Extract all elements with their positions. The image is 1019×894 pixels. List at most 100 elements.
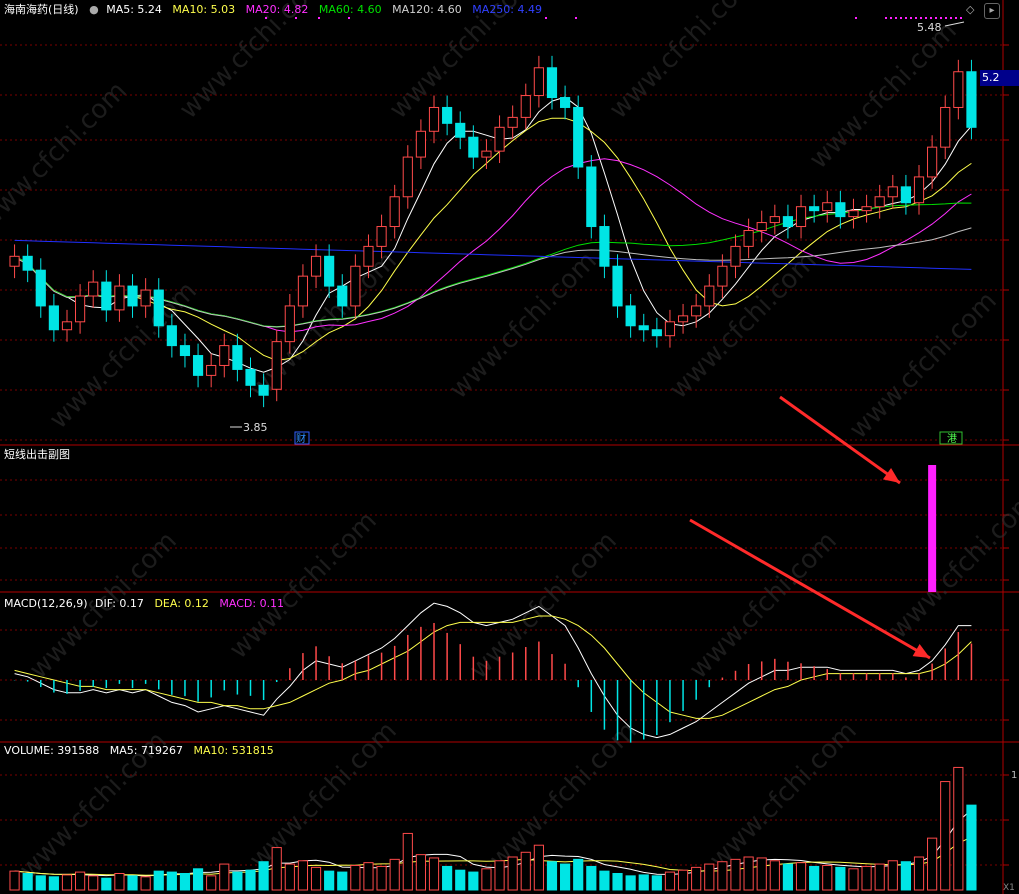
volume-bar [402,832,413,891]
volume-bar [900,861,911,891]
ma250-value: MA250: 4.49 [472,3,543,16]
volume-bar [677,869,689,891]
signal-dot [895,17,897,19]
watermark-text: www.cfchi.com [444,246,603,405]
volume-title[interactable]: VOLUME: 391588 [4,744,99,757]
volume-bar [612,873,623,891]
candle-body [625,305,636,327]
volume-panel-header: VOLUME: 391588 MA5: 719267 MA10: 531815 [4,744,281,758]
candle-body [717,265,728,287]
signal-dot [925,17,927,19]
volume-bar [140,876,151,891]
volume-bar [389,858,400,891]
volume-bar [782,863,794,891]
volume-bar [481,868,492,891]
watermark-text: www.cfchi.com [804,16,963,175]
volume-bar [297,860,309,891]
volume-bar [730,858,741,891]
corner-scale-label[interactable]: X1 [1003,883,1015,893]
volume-bar [691,866,702,891]
volume-bar [822,864,833,891]
candle-body [455,122,466,138]
candle-body [75,295,86,323]
ma60-value: MA60: 4.60 [318,3,382,16]
current-price-tag: 5.2 [980,70,1019,86]
volume-bar [415,854,426,891]
signal-dot [950,17,952,19]
short-term-signal-bar [928,465,937,592]
watermark-text: www.cfchi.com [484,716,643,875]
candle-body [782,216,794,228]
candle-body [415,130,426,158]
watermark-text: www.cfchi.com [224,506,383,665]
candle-body [297,275,309,307]
signal-dot [915,17,917,19]
candle-body [337,285,348,307]
volume-bar [48,876,59,891]
candle-body [756,222,767,232]
signal-dot [945,17,947,19]
volume-bar [310,866,322,891]
stock-title[interactable]: 海南海药(日线) [4,3,79,16]
volume-bar [192,868,204,891]
stock-chart[interactable]: www.cfchi.comwww.cfchi.com www.cfchi.com w… [0,0,1019,894]
volume-bar [9,870,20,891]
volume-bar [809,865,820,891]
volume-bar [219,863,230,891]
panel-toggle-button[interactable]: ▸ [984,3,1000,19]
cai-event-marker[interactable]: 财 [296,432,306,445]
annotation-arrow-upper-head [882,467,900,483]
volume-bar [428,857,440,891]
candle-body [743,230,754,247]
high-price-label: 5.48 [917,21,942,34]
settings-circle-icon[interactable]: ● [89,3,99,16]
volume-bar [166,871,177,891]
candle-body [651,329,662,337]
volume-bar [114,873,125,891]
candle-body [848,210,859,218]
watermark-text: www.cfchi.com [384,0,543,125]
volume-ma5: MA5: 719267 [109,744,183,757]
candle-body [835,202,846,218]
candle-body [677,315,689,323]
macd-title[interactable]: MACD(12,26,9) [4,597,88,610]
candle-body [22,255,33,271]
volume-bar [717,861,728,891]
volume-axis-tick: 1 [1011,770,1017,781]
candle-body [127,285,138,307]
signal-dot [920,17,922,19]
ma20-value: MA20: 4.82 [245,3,309,16]
candle-body [861,206,872,212]
volume-bar [507,856,518,891]
candle-body [573,106,584,168]
candle-body [271,341,282,390]
signal-dot [930,17,932,19]
candle-body [245,368,256,386]
gang-event-marker[interactable]: 港 [947,433,957,445]
candle-body [520,95,531,118]
candle-body [494,126,505,152]
signal-dot [935,17,937,19]
candle-body [350,265,361,307]
volume-bar [651,875,662,891]
signal-dot [955,17,957,19]
volume-bar [520,851,531,891]
watermark-text: www.cfchi.com [604,0,763,125]
candle-body [61,321,73,331]
current-price: 5.2 [982,71,1000,84]
candle-body [546,67,558,99]
candle-body [586,166,597,228]
diamond-icon[interactable]: ◇ [966,3,974,16]
candle-body [560,97,571,108]
signal-dot [318,17,320,19]
candle-body [599,226,610,267]
watermark-text: www.cfchi.com [704,716,863,875]
candle-body [940,106,951,148]
watermark-text: www.cfchi.com [0,76,133,235]
sub-panel-title[interactable]: 短线出击副图 [4,448,70,461]
volume-bar [848,868,859,891]
candle-body [179,345,191,357]
signal-dot [295,17,297,19]
volume-bar [468,871,479,891]
volume-bar [913,856,925,891]
